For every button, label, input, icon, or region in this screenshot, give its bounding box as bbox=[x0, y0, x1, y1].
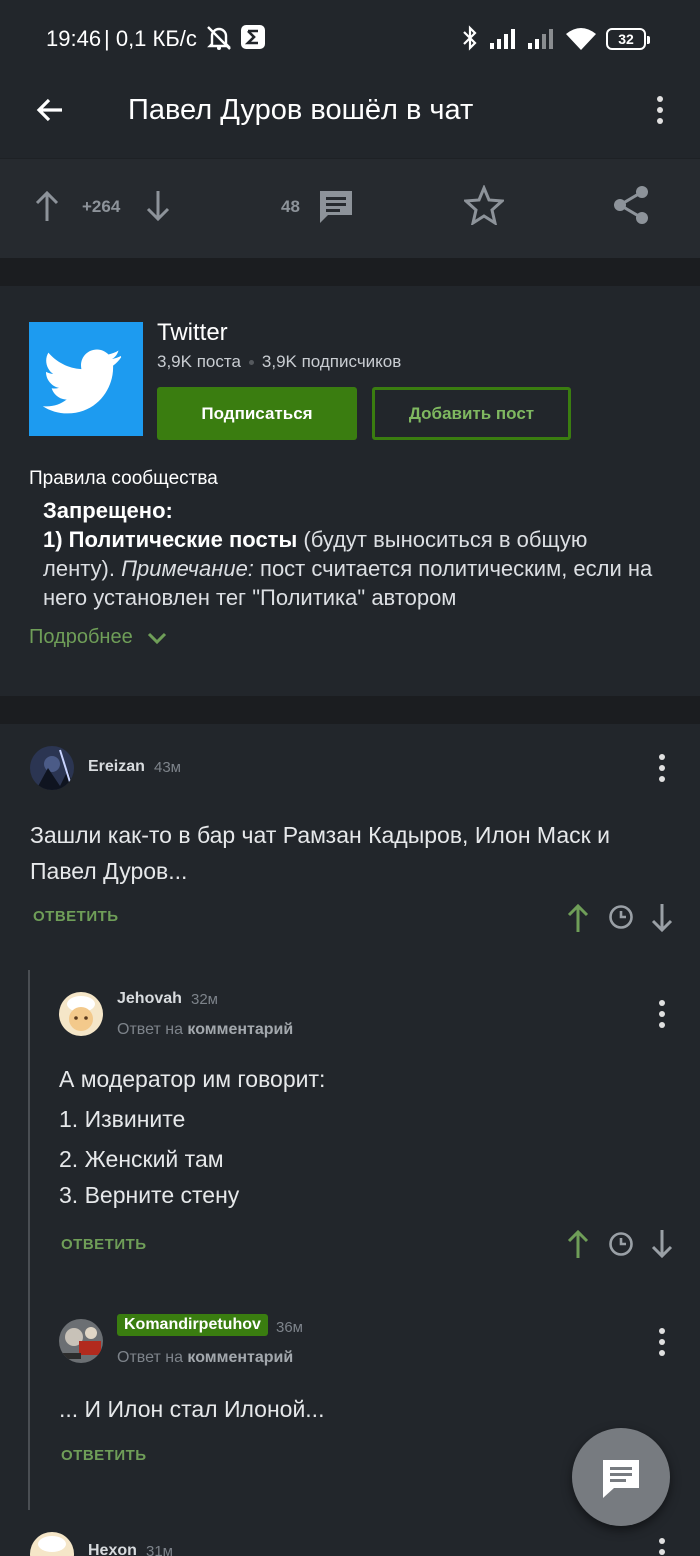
write-comment-button[interactable] bbox=[572, 1428, 670, 1526]
comment-time: 32м bbox=[191, 991, 218, 1008]
comment-text-line: Павел Дуров... bbox=[30, 858, 188, 884]
comments-icon[interactable] bbox=[316, 187, 356, 230]
reply-to-label: Ответ на комментарий bbox=[117, 1021, 293, 1039]
app-sigma-icon bbox=[240, 24, 266, 52]
share-icon[interactable] bbox=[612, 185, 652, 230]
comment-author[interactable]: Ereizan bbox=[88, 758, 145, 776]
post-actions-bar: +264 48 bbox=[0, 158, 700, 258]
comment-write-icon bbox=[603, 1460, 639, 1498]
comment-text-line: 1. Извините bbox=[59, 1106, 186, 1132]
comment-time: 31м bbox=[146, 1543, 173, 1556]
comment-menu-icon[interactable] bbox=[658, 1538, 666, 1556]
reply-to-prefix: Ответ на bbox=[117, 1349, 188, 1366]
upvote-arrow-icon[interactable] bbox=[34, 189, 60, 228]
comment-text-line: Зашли как-то в бар чат Рамзан Кадыров, И… bbox=[30, 822, 610, 848]
comment-time: 36м bbox=[276, 1319, 303, 1336]
comment: Ereizan 43м Зашли как-то в бар чат Рамза… bbox=[0, 724, 700, 954]
comment-menu-icon[interactable] bbox=[658, 1328, 666, 1361]
reply-to-prefix: Ответ на bbox=[117, 1021, 188, 1038]
add-post-button[interactable]: Добавить пост bbox=[372, 387, 571, 440]
comment-text: ... И Илон стал Илоной... bbox=[59, 1396, 325, 1422]
signal-2-icon bbox=[526, 24, 558, 52]
clock-icon[interactable] bbox=[608, 1231, 634, 1262]
clock-icon[interactable] bbox=[608, 904, 634, 935]
page-title: Павел Дуров вошёл в чат bbox=[128, 94, 474, 126]
chevron-down-icon bbox=[148, 632, 167, 644]
back-arrow-icon[interactable] bbox=[34, 94, 66, 131]
comment-upvote-icon[interactable] bbox=[566, 902, 590, 939]
community-name[interactable]: Twitter bbox=[157, 319, 228, 347]
comment-author[interactable]: Jehovah bbox=[117, 990, 182, 1008]
twitter-logo-icon[interactable] bbox=[29, 322, 143, 436]
comment-text: Зашли как-то в бар чат Рамзан Кадыров, И… bbox=[30, 817, 610, 889]
comment-author[interactable]: Hexon bbox=[88, 1542, 137, 1556]
dot-separator bbox=[248, 360, 254, 366]
avatar[interactable] bbox=[59, 992, 103, 1036]
status-network-speed: | 0,1 КБ/с bbox=[104, 26, 197, 51]
comment-downvote-icon[interactable] bbox=[650, 902, 674, 939]
comment: Jehovah 32м Ответ на комментарий А модер… bbox=[30, 970, 700, 1270]
avatar[interactable] bbox=[30, 1532, 74, 1556]
comment-time: 43м bbox=[154, 759, 181, 776]
comment-text-line: А модератор им говорит: bbox=[59, 1066, 326, 1092]
rules-note-label: Примечание: bbox=[121, 556, 254, 581]
comment-menu-icon[interactable] bbox=[658, 754, 666, 787]
favorite-star-icon[interactable] bbox=[462, 184, 506, 230]
comment-author-highlighted[interactable]: Komandirpetuhov bbox=[117, 1314, 268, 1336]
post-rating: +264 bbox=[82, 197, 121, 216]
comment-text-line: 2. Женский там bbox=[59, 1146, 224, 1172]
reply-button[interactable]: ОТВЕТИТЬ bbox=[61, 1236, 147, 1253]
comment-upvote-icon[interactable] bbox=[566, 1228, 590, 1265]
community-posts-count: 3,9K поста bbox=[157, 352, 241, 371]
app-header: Павел Дуров вошёл в чат bbox=[0, 78, 700, 158]
subscribe-button[interactable]: Подписаться bbox=[157, 387, 357, 440]
more-menu-icon[interactable] bbox=[656, 96, 664, 129]
notifications-muted-icon bbox=[204, 24, 234, 52]
comments-count: 48 bbox=[281, 197, 300, 216]
more-rules-label: Подробнее bbox=[29, 626, 133, 648]
community-rules-text: Запрещено: 1) Политические посты (будут … bbox=[43, 496, 653, 612]
status-time: 19:46 bbox=[46, 26, 102, 51]
comment-text-line: 3. Верните стену bbox=[59, 1182, 240, 1208]
comment-downvote-icon[interactable] bbox=[650, 1228, 674, 1265]
reply-button[interactable]: ОТВЕТИТЬ bbox=[61, 1447, 147, 1464]
reply-to-link[interactable]: комментарий bbox=[187, 1021, 293, 1038]
community-card: Twitter 3,9K поста 3,9K подписчиков Подпи… bbox=[0, 286, 700, 696]
comment-menu-icon[interactable] bbox=[658, 1000, 666, 1033]
community-rules-title: Правила сообщества bbox=[29, 468, 218, 489]
avatar[interactable] bbox=[59, 1319, 103, 1363]
rules-item-heading: 1) Политические посты bbox=[43, 527, 298, 552]
community-stats: 3,9K поста 3,9K подписчиков bbox=[157, 352, 401, 372]
reply-to-label: Ответ на комментарий bbox=[117, 1349, 293, 1367]
community-subscribers-count: 3,9K подписчиков bbox=[261, 352, 402, 371]
battery-indicator: 32 bbox=[606, 28, 650, 50]
more-rules-link[interactable]: Подробнее bbox=[29, 626, 168, 649]
avatar[interactable] bbox=[30, 746, 74, 790]
status-bar: 19:46 | 0,1 КБ/с 32 bbox=[0, 0, 700, 78]
section-divider bbox=[0, 258, 700, 286]
downvote-arrow-icon[interactable] bbox=[145, 189, 171, 228]
rules-forbidden-heading: Запрещено: bbox=[43, 498, 173, 523]
wifi-icon bbox=[564, 24, 598, 52]
signal-1-icon bbox=[488, 24, 520, 52]
reply-to-link[interactable]: комментарий bbox=[187, 1349, 293, 1366]
comment-text: А модератор им говорит: 1. Извините 2. Ж… bbox=[59, 1066, 325, 1218]
section-divider bbox=[0, 696, 700, 724]
reply-button[interactable]: ОТВЕТИТЬ bbox=[33, 908, 119, 925]
bluetooth-icon bbox=[460, 24, 480, 52]
